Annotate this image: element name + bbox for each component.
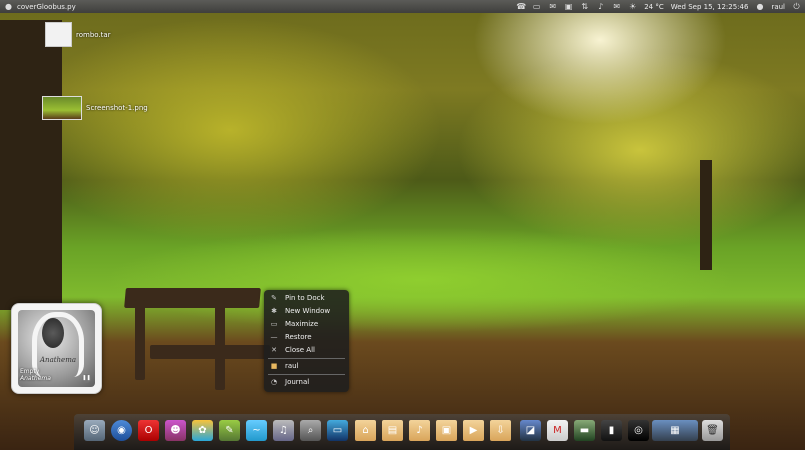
pin-icon: ✎ — [271, 294, 277, 302]
folder-icon: ■ — [270, 362, 278, 370]
menu-item-label: New Window — [285, 307, 331, 315]
menu-item-journal[interactable]: ◔ Journal — [264, 376, 349, 388]
bench-leg-2 — [215, 300, 225, 390]
downloads-folder[interactable]: ⇩ — [490, 420, 511, 441]
desktop-icon-label: Screenshot-1.png — [86, 104, 148, 112]
cover-gloobus-player[interactable]: Anathema Empty Anathema ❚❚ — [11, 303, 102, 394]
trash-icon[interactable]: 🗑 — [702, 420, 723, 441]
active-window-title: coverGloobus.py — [17, 2, 76, 11]
search-icon[interactable]: ⌕ — [300, 420, 321, 441]
play-pause-icon[interactable]: ❚❚ — [82, 374, 91, 383]
album-cover: Anathema Empty Anathema ❚❚ — [18, 310, 95, 387]
top-panel: ● coverGloobus.py ☎ ▭ ✉ ▣ ⇅ ♪ ✉ ☀ 24 °C … — [0, 0, 805, 13]
dock-context-menu: ✎ Pin to Dock ✱ New Window ▭ Maximize — Rest… — [264, 290, 349, 392]
power-icon[interactable]: ⏻ — [792, 2, 801, 11]
indicator-icon[interactable]: ▣ — [564, 2, 573, 11]
menu-item-new-window[interactable]: ✱ New Window — [264, 305, 349, 317]
skype-icon[interactable]: ☎ — [516, 2, 526, 11]
clock[interactable]: Wed Sep 15, 12:25:46 — [671, 3, 749, 11]
cover-logo: Anathema — [40, 356, 77, 364]
music-folder[interactable]: ♪ — [409, 420, 430, 441]
menu-separator — [268, 358, 345, 359]
close-icon: ✕ — [271, 346, 277, 354]
cover-face — [42, 318, 64, 348]
menu-item-label: Journal — [285, 378, 310, 386]
user-name[interactable]: raul — [771, 3, 785, 11]
monitor-icon[interactable]: ▭ — [327, 420, 348, 441]
documents-folder[interactable]: ▤ — [382, 420, 403, 441]
maximize-icon: ▭ — [270, 320, 278, 328]
finder-icon[interactable]: ☺ — [84, 420, 105, 441]
menu-item-label: Restore — [285, 333, 312, 341]
menu-item-maximize[interactable]: ▭ Maximize — [264, 318, 349, 330]
network-icon[interactable]: ⇅ — [580, 2, 589, 11]
gear-icon: ✱ — [271, 307, 277, 315]
twitter-icon[interactable]: ~ — [246, 420, 267, 441]
videos-folder[interactable]: ▶ — [463, 420, 484, 441]
menu-separator — [268, 374, 345, 375]
track-artist: Anathema — [20, 375, 51, 382]
image-app-icon[interactable]: ◪ — [520, 420, 541, 441]
track-title: Empty — [20, 368, 40, 375]
desktop-icon-label: rombo.tar — [76, 30, 111, 39]
journal-icon: ◔ — [270, 378, 278, 386]
track-info: Empty Anathema — [20, 368, 51, 382]
gmail-icon[interactable]: M — [547, 420, 568, 441]
mail-icon[interactable]: ✉ — [548, 2, 557, 11]
restore-icon: — — [270, 333, 278, 341]
home-folder[interactable]: ⌂ — [355, 420, 376, 441]
terminal-icon[interactable]: ▬ — [574, 420, 595, 441]
menu-item-label: Close All — [285, 346, 315, 354]
photo-icon[interactable]: ✿ — [192, 420, 213, 441]
menu-item-label: Maximize — [285, 320, 319, 328]
desktop-icon-rombo-tar[interactable]: rombo.tar — [45, 22, 111, 47]
pictures-folder[interactable]: ▣ — [436, 420, 457, 441]
bench-seat — [150, 345, 270, 359]
opera-icon[interactable]: O — [138, 420, 159, 441]
tree-trunk-right — [700, 160, 712, 270]
web-browser-icon[interactable]: ◉ — [111, 420, 132, 441]
workspace-switcher[interactable]: ▦ — [652, 420, 698, 441]
notes-icon[interactable]: ✎ — [219, 420, 240, 441]
image-thumbnail-icon — [42, 96, 82, 120]
menu-item-label: raul — [285, 362, 299, 370]
menu-item-close-all[interactable]: ✕ Close All — [264, 344, 349, 356]
bench-leg — [135, 300, 145, 380]
desktop-wallpaper — [0, 0, 805, 450]
user-icon[interactable]: ● — [755, 2, 764, 11]
weather-temperature[interactable]: 24 °C — [644, 3, 664, 11]
weather-icon[interactable]: ☀ — [628, 2, 637, 11]
system-monitor-icon[interactable]: ▮ — [601, 420, 622, 441]
battery-icon[interactable]: ▭ — [532, 2, 541, 11]
menu-item-restore[interactable]: — Restore — [264, 331, 349, 343]
archive-icon — [45, 22, 72, 47]
volume-icon[interactable]: ♪ — [596, 2, 605, 11]
messaging-icon[interactable]: ✉ — [612, 2, 621, 11]
empathy-icon[interactable]: ☻ — [165, 420, 186, 441]
menu-item-pin-to-dock[interactable]: ✎ Pin to Dock — [264, 292, 349, 304]
camera-icon[interactable]: ◎ — [628, 420, 649, 441]
desktop-icon-screenshot[interactable]: Screenshot-1.png — [42, 96, 148, 120]
menu-item-label: Pin to Dock — [285, 294, 325, 302]
tree-trunk — [0, 20, 62, 310]
music-icon[interactable]: ♫ — [273, 420, 294, 441]
dock: ☺ ◉ O ☻ ✿ ✎ ~ ♫ ⌕ ▭ ⌂ ▤ ♪ ▣ ▶ ⇩ ◪ M ▬ ▮ … — [74, 414, 730, 450]
menu-item-raul[interactable]: ■ raul — [264, 360, 349, 372]
app-menu-icon[interactable]: ● — [4, 2, 13, 11]
